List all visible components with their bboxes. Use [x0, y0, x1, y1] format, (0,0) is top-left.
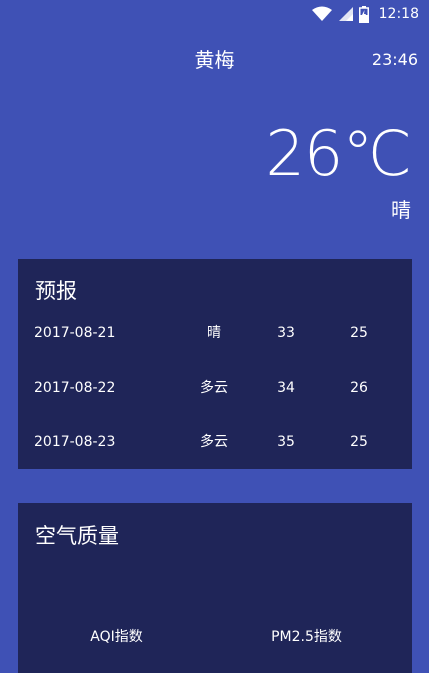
- forecast-condition: 多云: [200, 380, 228, 396]
- city-name: 黄梅: [194, 48, 235, 72]
- forecast-min-temp: 26: [350, 380, 368, 396]
- forecast-min-temp: 25: [350, 325, 368, 341]
- forecast-max-temp: 35: [277, 434, 295, 450]
- forecast-row: 2017-08-21 晴 33 25: [18, 321, 412, 345]
- forecast-date: 2017-08-22: [34, 380, 116, 396]
- forecast-title: 预报: [35, 279, 77, 303]
- forecast-date: 2017-08-23: [34, 434, 116, 450]
- air-quality-title: 空气质量: [35, 524, 119, 548]
- forecast-min-temp: 25: [350, 434, 368, 450]
- current-weather: 晴: [391, 198, 411, 222]
- forecast-max-temp: 34: [277, 380, 295, 396]
- signal-icon: [338, 6, 353, 22]
- status-bar: 12:18: [0, 0, 429, 28]
- status-time: 12:18: [378, 6, 419, 22]
- pm25-label: PM2.5指数: [271, 629, 342, 645]
- title-bar: 黄梅 23:46: [0, 44, 429, 76]
- battery-icon: [358, 5, 369, 23]
- update-time: 23:46: [371, 50, 418, 69]
- air-quality-card: 空气质量 AQI指数 PM2.5指数: [18, 503, 412, 673]
- forecast-card: 预报 2017-08-21 晴 33 25 2017-08-22 多云 34 2…: [18, 259, 412, 469]
- forecast-date: 2017-08-21: [34, 325, 116, 341]
- forecast-condition: 晴: [207, 325, 221, 341]
- forecast-condition: 多云: [200, 434, 228, 450]
- forecast-row: 2017-08-22 多云 34 26: [18, 376, 412, 400]
- aqi-label: AQI指数: [90, 629, 143, 645]
- forecast-max-temp: 33: [277, 325, 295, 341]
- forecast-row: 2017-08-23 多云 35 25: [18, 430, 412, 454]
- wifi-icon: [311, 6, 332, 22]
- current-temperature: 26℃: [265, 117, 412, 190]
